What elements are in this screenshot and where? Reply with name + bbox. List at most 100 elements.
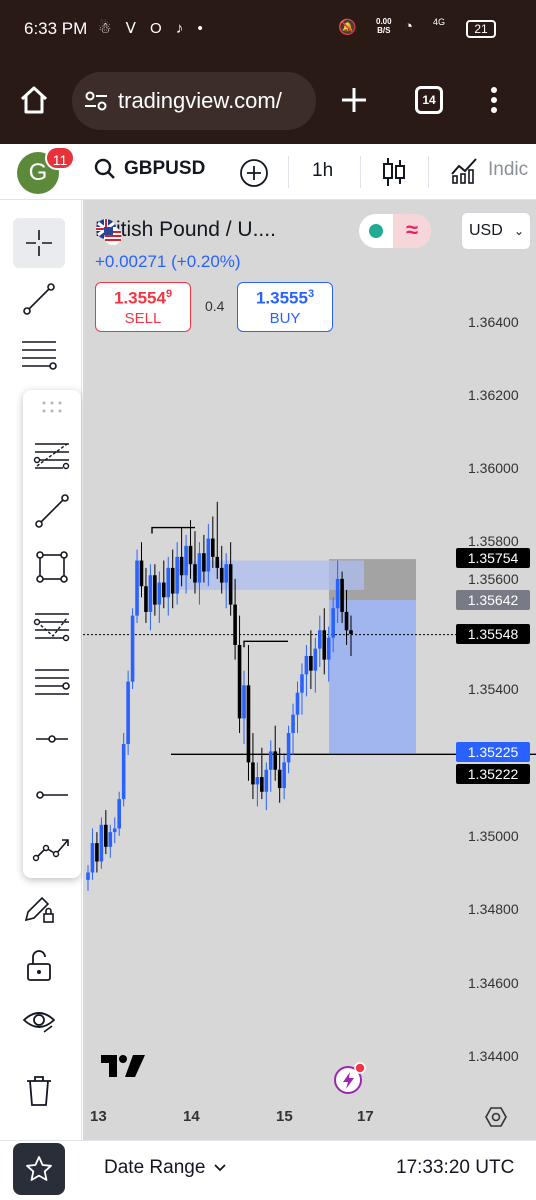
line-tool[interactable] bbox=[29, 488, 75, 534]
candle-body bbox=[188, 545, 193, 565]
horizontal-line-icon bbox=[36, 791, 68, 799]
candles-icon[interactable] bbox=[380, 156, 408, 193]
delayed-data-icon: ≈ bbox=[393, 214, 431, 248]
symbol-search[interactable]: GBPUSD bbox=[94, 158, 205, 180]
drag-handle-icon[interactable] bbox=[41, 400, 63, 419]
parallel-lines-tool[interactable] bbox=[29, 660, 75, 706]
unlock-icon bbox=[27, 950, 51, 981]
candle-body bbox=[126, 681, 130, 745]
notification-icons: ☃ ᐯ O ♪ • bbox=[98, 20, 208, 37]
add-symbol-icon[interactable] bbox=[239, 158, 269, 193]
candle-body bbox=[233, 604, 237, 645]
candle-body bbox=[264, 769, 269, 792]
bottom-bar: Date Range 17:33:20 UTC bbox=[0, 1140, 536, 1200]
candle-body bbox=[170, 567, 175, 594]
price-axis-label: 1.36200 bbox=[468, 387, 519, 403]
candle-body bbox=[326, 637, 331, 660]
horizontal-ray-tool[interactable] bbox=[29, 716, 75, 762]
status-bar: 6:33 PM ☃ ᐯ O ♪ • 🔕 0.00 B/S ◔ 4G 21 bbox=[0, 0, 536, 60]
site-settings-icon[interactable] bbox=[84, 90, 108, 117]
price-chart[interactable] bbox=[83, 200, 536, 1140]
entry-price-tag: 1.35642 bbox=[456, 590, 530, 610]
market-status[interactable]: ≈ bbox=[359, 214, 431, 248]
candle-body bbox=[277, 769, 282, 789]
candle-body bbox=[317, 630, 322, 649]
chart-area[interactable]: British Pound / U.... +0.00271 (+0.20%) … bbox=[83, 200, 536, 1140]
battery-indicator: 21 bbox=[466, 20, 496, 38]
rectangle-tool[interactable] bbox=[29, 544, 75, 590]
sell-price: 1.35549 bbox=[113, 288, 173, 308]
chart-toolbar: G 11 GBPUSD 1h Indic bbox=[0, 144, 536, 200]
date-range-button[interactable]: Date Range bbox=[104, 1157, 227, 1179]
remove-drawings-tool[interactable] bbox=[13, 1066, 65, 1116]
last-price-tag: 1.35548 bbox=[456, 624, 530, 644]
home-icon[interactable] bbox=[18, 84, 50, 121]
candle-body bbox=[286, 733, 291, 763]
candle-body bbox=[228, 564, 233, 605]
fib-tool[interactable] bbox=[13, 330, 65, 380]
toolbar-divider bbox=[288, 156, 289, 188]
candle-body bbox=[184, 545, 188, 576]
buy-button[interactable]: 1.35553 BUY bbox=[237, 282, 333, 332]
path-tool[interactable] bbox=[29, 826, 75, 872]
line-price-tag: 1.35222 bbox=[456, 764, 530, 784]
time-axis-label: 15 bbox=[276, 1108, 293, 1125]
candle-body bbox=[344, 611, 349, 631]
price-axis-label: 1.35400 bbox=[468, 681, 519, 697]
currency-select[interactable]: USD ⌄ bbox=[461, 212, 531, 250]
sell-label: SELL bbox=[124, 309, 162, 327]
hide-drawings-tool[interactable] bbox=[13, 996, 65, 1046]
candle-body bbox=[331, 608, 335, 638]
candle-body bbox=[179, 556, 184, 576]
candle-body bbox=[268, 751, 273, 770]
candle-body bbox=[148, 575, 153, 612]
horizontal-line-tool[interactable] bbox=[29, 772, 75, 818]
symbol-title[interactable]: British Pound / U.... bbox=[95, 218, 276, 245]
candle-body bbox=[211, 538, 215, 557]
candle-body bbox=[219, 567, 224, 583]
drawing-tools-panel bbox=[23, 390, 81, 878]
level-marker bbox=[151, 526, 195, 534]
sell-button[interactable]: 1.35549 SELL bbox=[95, 282, 191, 332]
utc-clock[interactable]: 17:33:20 UTC bbox=[396, 1157, 514, 1179]
trend-line-tool[interactable] bbox=[13, 274, 65, 324]
fib-extension-tool[interactable] bbox=[29, 602, 75, 648]
notification-badge: 11 bbox=[45, 146, 75, 170]
candle-body bbox=[104, 824, 108, 847]
candle-body bbox=[237, 644, 242, 719]
lock-drawings-tool[interactable] bbox=[13, 940, 65, 990]
candle-body bbox=[86, 872, 90, 880]
parallel-lines-icon bbox=[35, 669, 70, 695]
candle-body bbox=[90, 843, 95, 873]
search-icon bbox=[94, 158, 115, 179]
favorites-button[interactable] bbox=[13, 1143, 65, 1195]
candle-body bbox=[135, 560, 139, 616]
date-range-label: Date Range bbox=[104, 1157, 206, 1178]
candle-body bbox=[224, 564, 228, 583]
candle-body bbox=[99, 824, 104, 862]
url-bar[interactable]: tradingview.com/ bbox=[72, 72, 316, 130]
candle-body bbox=[313, 648, 318, 671]
symbol-name: GBPUSD bbox=[124, 158, 206, 179]
interval-button[interactable]: 1h bbox=[312, 160, 333, 182]
chevron-down-icon: ⌄ bbox=[513, 224, 524, 238]
candle-body bbox=[340, 578, 344, 612]
more-menu-icon[interactable] bbox=[490, 86, 498, 119]
path-icon bbox=[32, 839, 69, 862]
stop-price-tag: 1.35225 bbox=[456, 742, 530, 762]
trash-icon bbox=[27, 1076, 51, 1106]
market-open-icon bbox=[359, 214, 393, 248]
browser-bar: tradingview.com/ 14 bbox=[0, 60, 536, 144]
new-tab-icon[interactable] bbox=[340, 86, 368, 119]
indicators-button[interactable]: Indic bbox=[450, 156, 528, 184]
tab-switcher-button[interactable]: 14 bbox=[415, 86, 443, 114]
crosshair-tool[interactable] bbox=[13, 218, 65, 268]
brush-tool[interactable] bbox=[13, 884, 65, 934]
candle-body bbox=[273, 751, 278, 770]
currency-value: USD bbox=[469, 222, 503, 239]
fib-retracement-tool[interactable] bbox=[29, 432, 75, 478]
eye-icon bbox=[22, 1012, 56, 1033]
candle-body bbox=[322, 630, 327, 660]
line-tool-icon bbox=[35, 494, 69, 528]
candle-body bbox=[197, 553, 202, 583]
